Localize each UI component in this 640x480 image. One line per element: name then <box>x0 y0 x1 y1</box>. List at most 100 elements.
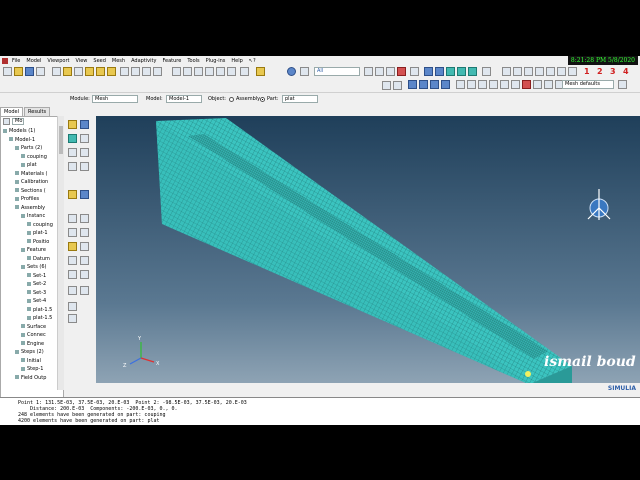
open-icon[interactable] <box>14 67 23 76</box>
select-mode-icon[interactable] <box>410 67 419 76</box>
box-zoom-icon[interactable] <box>205 67 214 76</box>
module-select[interactable]: Mesh <box>92 95 138 103</box>
filter-dropdown[interactable]: All <box>314 67 360 76</box>
edit-mesh-icon[interactable] <box>80 190 89 199</box>
annotation-icon[interactable] <box>522 80 531 89</box>
render-style-icon[interactable] <box>457 67 466 76</box>
tree-item[interactable]: plat <box>21 161 37 169</box>
mesh-display-icon[interactable] <box>408 80 417 89</box>
tree-item[interactable]: Set-1 <box>27 272 46 280</box>
menu-model[interactable]: Model <box>26 58 41 64</box>
tree-filter-icon[interactable] <box>3 118 10 125</box>
part-select[interactable]: plat <box>282 95 318 103</box>
partition-face-icon[interactable] <box>68 214 77 223</box>
display-group-icon[interactable] <box>489 80 498 89</box>
display-group-icon[interactable] <box>456 80 465 89</box>
view-icon[interactable] <box>513 67 522 76</box>
tree-item[interactable]: Models (1) <box>3 127 35 135</box>
seed-tool-icon[interactable] <box>68 302 77 311</box>
tree-item[interactable]: couping <box>21 153 47 161</box>
new-file-icon[interactable] <box>3 67 12 76</box>
viewport[interactable]: Y X Z <box>96 116 640 383</box>
part-radio[interactable] <box>260 97 265 102</box>
menu-mesh[interactable]: Mesh <box>112 58 125 64</box>
tree-item[interactable]: Materials ( <box>15 170 47 178</box>
menu-feature[interactable]: Feature <box>162 58 181 64</box>
menu-seed[interactable]: Seed <box>93 58 106 64</box>
select-icon[interactable] <box>142 67 151 76</box>
tree-item[interactable]: Model-1 <box>9 136 35 144</box>
query-tool-icon[interactable] <box>68 256 77 265</box>
context-help-icon[interactable]: ↖? <box>249 58 256 64</box>
tree-item[interactable]: Datum <box>27 255 50 263</box>
menu-help[interactable]: Help <box>231 58 242 64</box>
tree-item[interactable]: plat-1 <box>27 229 48 237</box>
render-style-icon[interactable] <box>468 67 477 76</box>
display-tool-icon[interactable] <box>80 270 89 279</box>
settings-icon[interactable] <box>618 80 627 89</box>
mesh-display-icon[interactable] <box>419 80 428 89</box>
tree-item[interactable]: Connec <box>21 331 46 339</box>
info-icon[interactable] <box>287 67 296 76</box>
tree-item[interactable]: Surface <box>21 323 46 331</box>
selection-filter-icon[interactable] <box>300 67 309 76</box>
menu-file[interactable]: File <box>12 58 20 64</box>
attribute-icon[interactable] <box>393 81 402 90</box>
select-mode-icon[interactable] <box>364 67 373 76</box>
magnify-icon[interactable] <box>194 67 203 76</box>
menu-adaptivity[interactable]: Adaptivity <box>131 58 156 64</box>
remove-icon[interactable] <box>80 286 89 295</box>
select-mode-icon[interactable] <box>386 67 395 76</box>
view-compass-icon[interactable] <box>587 189 611 220</box>
datum-plane-icon[interactable] <box>80 228 89 237</box>
annotation-icon[interactable] <box>511 80 520 89</box>
render-style-icon[interactable] <box>435 67 444 76</box>
layer-icon[interactable] <box>131 67 140 76</box>
tree-item[interactable]: Step-1 <box>21 365 43 373</box>
attribute-icon[interactable] <box>382 81 391 90</box>
assembly-radio[interactable] <box>229 97 234 102</box>
tool-icon[interactable] <box>52 67 61 76</box>
tree-item[interactable]: Positio <box>27 238 49 246</box>
feature-icon[interactable] <box>68 242 77 251</box>
view-icon[interactable] <box>524 67 533 76</box>
tree-search-input[interactable]: Mo <box>12 118 24 125</box>
tree-item[interactable]: Initial <box>21 357 41 365</box>
tree-item[interactable]: Feature <box>21 246 46 254</box>
fit-view-icon[interactable] <box>216 67 225 76</box>
tree-item[interactable]: Profiles <box>15 195 39 203</box>
annotation-icon[interactable] <box>500 80 509 89</box>
menu-view[interactable]: View <box>76 58 88 64</box>
tree-item[interactable]: Assembly <box>15 204 45 212</box>
palette-icon[interactable] <box>85 67 94 76</box>
tree-item[interactable]: plat-1.5 <box>27 314 52 322</box>
tree-item[interactable]: Set-3 <box>27 289 46 297</box>
perspective-icon[interactable] <box>482 67 491 76</box>
mesh-controls-icon[interactable] <box>68 148 77 157</box>
grid-icon[interactable] <box>120 67 129 76</box>
view-number-4[interactable]: 4 <box>623 67 629 77</box>
tree-item[interactable]: couping <box>27 221 53 229</box>
view-icon[interactable] <box>502 67 511 76</box>
visibility-icon[interactable] <box>107 67 116 76</box>
menu-viewport[interactable]: Viewport <box>47 58 69 64</box>
zoom-icon[interactable] <box>74 67 83 76</box>
tree-item[interactable]: Field Outp <box>15 374 46 382</box>
pan-icon[interactable] <box>172 67 181 76</box>
ruler-icon[interactable] <box>256 67 265 76</box>
tree-item[interactable]: Calibration <box>15 178 48 186</box>
render-style-icon[interactable] <box>424 67 433 76</box>
query-tool-icon[interactable] <box>80 256 89 265</box>
mesh-display-icon[interactable] <box>441 80 450 89</box>
mesh-display-icon[interactable] <box>430 80 439 89</box>
render-style-icon[interactable] <box>446 67 455 76</box>
select-mode-icon[interactable] <box>397 67 406 76</box>
tree-item[interactable]: Parts (2) <box>15 144 42 152</box>
menu-plugins[interactable]: Plug-ins <box>206 58 226 64</box>
feature-icon[interactable] <box>80 242 89 251</box>
view-number-3[interactable]: 3 <box>610 67 616 77</box>
tree-item[interactable]: Engine <box>21 340 44 348</box>
tree-item[interactable]: Sections ( <box>15 187 46 195</box>
display-group-icon[interactable] <box>478 80 487 89</box>
menu-tools[interactable]: Tools <box>187 58 199 64</box>
